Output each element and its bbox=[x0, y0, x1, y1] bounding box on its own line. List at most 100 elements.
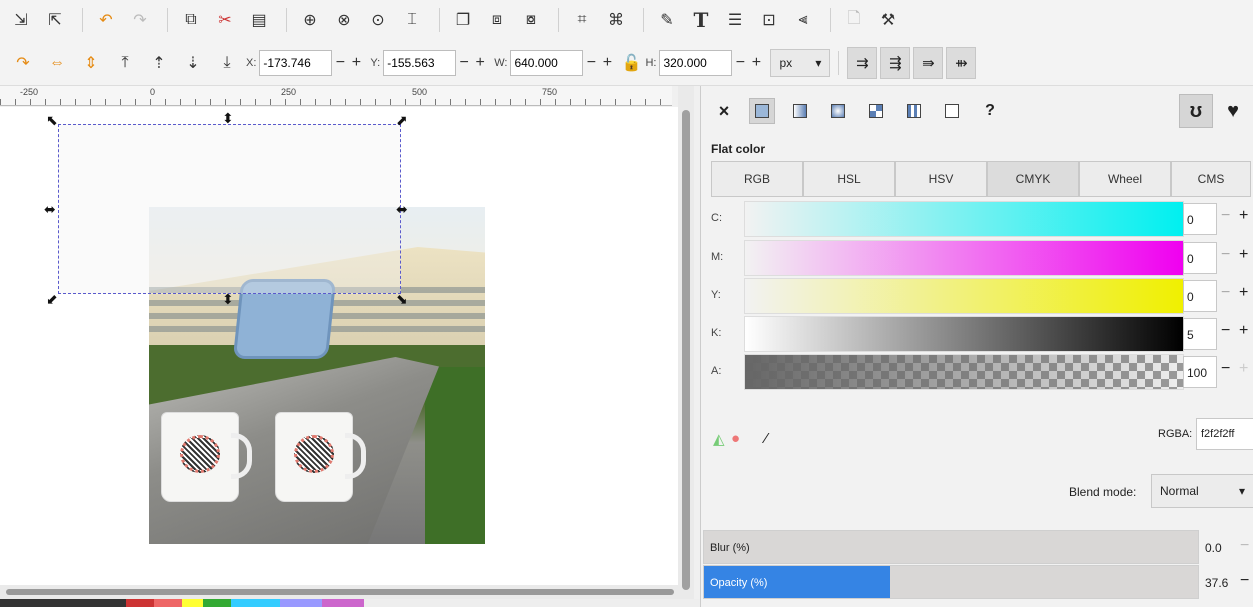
undo-icon[interactable]: ↶ bbox=[91, 6, 121, 34]
clone-icon[interactable]: ⧈ bbox=[482, 6, 512, 34]
y-increment[interactable]: + bbox=[472, 54, 488, 72]
yellow-increment[interactable]: + bbox=[1239, 284, 1248, 302]
x-input[interactable] bbox=[259, 49, 333, 76]
black-value[interactable]: 5 bbox=[1183, 318, 1217, 350]
yellow-value[interactable]: 0 bbox=[1183, 280, 1217, 312]
group-icon[interactable]: ⌗ bbox=[567, 6, 597, 34]
alpha-slider[interactable] bbox=[744, 354, 1184, 390]
magenta-decrement[interactable]: − bbox=[1221, 246, 1230, 264]
linear-gradient-icon[interactable] bbox=[787, 98, 813, 124]
black-decrement[interactable]: − bbox=[1221, 322, 1230, 340]
w-input[interactable] bbox=[510, 49, 584, 76]
x-increment[interactable]: + bbox=[348, 54, 364, 72]
unset-paint-icon[interactable]: ? bbox=[977, 98, 1003, 124]
vertical-scrollbar[interactable] bbox=[678, 86, 694, 607]
ungroup-icon[interactable]: ⌘ bbox=[601, 6, 631, 34]
cyan-decrement[interactable]: − bbox=[1221, 207, 1230, 225]
drawing-canvas[interactable]: ⬉ ⬍ ⬈ ⬌ ⬌ ⬋ ⬍ ⬊ bbox=[0, 107, 678, 585]
zoom-drawing-icon[interactable]: ⊗ bbox=[329, 6, 359, 34]
raise-icon[interactable]: ⇡ bbox=[144, 49, 174, 77]
h-increment[interactable]: + bbox=[748, 54, 764, 72]
zoom-page-icon[interactable]: ⊙ bbox=[363, 6, 393, 34]
yellow-decrement[interactable]: − bbox=[1221, 284, 1230, 302]
alpha-value[interactable]: 100 bbox=[1183, 356, 1217, 388]
fill-rule-evenodd-icon[interactable]: ʊ bbox=[1179, 94, 1213, 128]
h-input[interactable] bbox=[659, 49, 733, 76]
w-increment[interactable]: + bbox=[599, 54, 615, 72]
transform-gradients-icon[interactable]: ⇛ bbox=[913, 46, 944, 79]
scroll-thumb[interactable] bbox=[682, 110, 690, 590]
no-paint-icon[interactable]: × bbox=[711, 98, 737, 124]
lower-to-bottom-icon[interactable]: ⤓ bbox=[212, 49, 242, 77]
paste-icon[interactable]: ▤ bbox=[244, 6, 274, 34]
cyan-increment[interactable]: + bbox=[1239, 207, 1248, 225]
preferences-icon[interactable]: ⚒ bbox=[873, 6, 903, 34]
cyan-value[interactable]: 0 bbox=[1183, 203, 1217, 235]
swatch-icon[interactable] bbox=[939, 98, 965, 124]
blur-slider[interactable]: Blur (%) bbox=[703, 530, 1199, 564]
yellow-slider[interactable] bbox=[744, 278, 1184, 314]
lock-open-icon[interactable]: 🔓 bbox=[621, 49, 641, 77]
scale-handle-s-icon[interactable]: ⬍ bbox=[222, 292, 234, 306]
flip-vertical-icon[interactable]: ⇕ bbox=[76, 49, 106, 77]
alpha-increment[interactable]: + bbox=[1239, 360, 1248, 378]
blur-decrement[interactable]: − bbox=[1240, 537, 1249, 555]
black-increment[interactable]: + bbox=[1239, 322, 1248, 340]
scroll-thumb[interactable] bbox=[6, 589, 674, 595]
tab-wheel[interactable]: Wheel bbox=[1079, 161, 1171, 197]
scale-handle-w-icon[interactable]: ⬌ bbox=[44, 202, 56, 216]
horizontal-scrollbar[interactable] bbox=[0, 585, 678, 599]
black-slider[interactable] bbox=[744, 316, 1184, 352]
scale-stroke-icon[interactable]: ⇉ bbox=[847, 46, 878, 79]
magenta-increment[interactable]: + bbox=[1239, 246, 1248, 264]
tab-cms[interactable]: CMS bbox=[1171, 161, 1251, 197]
zoom-page-width-icon[interactable]: ⌶ bbox=[397, 6, 427, 34]
cut-icon[interactable]: ✂ bbox=[210, 6, 240, 34]
radial-gradient-icon[interactable] bbox=[825, 98, 851, 124]
y-decrement[interactable]: − bbox=[456, 54, 472, 72]
fill-rule-nonzero-icon[interactable]: ♥ bbox=[1216, 94, 1250, 128]
pattern-icon[interactable] bbox=[901, 98, 927, 124]
scale-handle-n-icon[interactable]: ⬍ bbox=[222, 111, 234, 125]
unit-select[interactable]: px ▾ bbox=[770, 48, 831, 77]
duplicate-object-icon[interactable]: ❐ bbox=[448, 6, 478, 34]
tab-hsv[interactable]: HSV bbox=[895, 161, 987, 197]
xml-editor-icon[interactable]: ⊡ bbox=[754, 6, 784, 34]
scale-handle-sw-icon[interactable]: ⬋ bbox=[46, 292, 58, 306]
rgba-input[interactable]: f2f2f2ff bbox=[1196, 418, 1253, 450]
fill-stroke-icon[interactable]: ✎ bbox=[652, 6, 682, 34]
opacity-slider[interactable]: Opacity (%) bbox=[703, 565, 1199, 599]
tab-cmyk[interactable]: CMYK bbox=[987, 161, 1079, 197]
flip-horizontal-icon[interactable]: ⇔ bbox=[42, 49, 72, 77]
unlink-clone-icon[interactable]: ⧇ bbox=[516, 6, 546, 34]
document-properties-icon[interactable]: 🗋 bbox=[839, 6, 869, 34]
y-input[interactable] bbox=[383, 49, 457, 76]
blur-value[interactable]: 0.0 bbox=[1205, 541, 1222, 555]
export-icon[interactable]: ⇱ bbox=[40, 6, 70, 34]
zoom-selection-icon[interactable]: ⊕ bbox=[295, 6, 325, 34]
color-picker-icon[interactable]: ⁄ bbox=[765, 430, 768, 447]
scale-handle-nw-icon[interactable]: ⬉ bbox=[46, 113, 58, 127]
h-decrement[interactable]: − bbox=[732, 54, 748, 72]
scale-corners-icon[interactable]: ⇶ bbox=[880, 46, 911, 79]
x-decrement[interactable]: − bbox=[332, 54, 348, 72]
opacity-decrement[interactable]: − bbox=[1240, 572, 1249, 590]
transform-patterns-icon[interactable]: ⇻ bbox=[946, 46, 977, 79]
raise-to-top-icon[interactable]: ⤒ bbox=[110, 49, 140, 77]
blend-mode-select[interactable]: Normal ▾ bbox=[1151, 474, 1253, 508]
magenta-value[interactable]: 0 bbox=[1183, 242, 1217, 274]
layers-icon[interactable]: ☰ bbox=[720, 6, 750, 34]
alpha-decrement[interactable]: − bbox=[1221, 360, 1230, 378]
selected-rectangle[interactable] bbox=[58, 124, 401, 294]
rotate-90-ccw-icon[interactable]: ↷ bbox=[8, 49, 38, 77]
scale-handle-e-icon[interactable]: ⬌ bbox=[396, 202, 408, 216]
align-icon[interactable]: ⫷ bbox=[788, 6, 818, 34]
tab-hsl[interactable]: HSL bbox=[803, 161, 895, 197]
scale-handle-se-icon[interactable]: ⬊ bbox=[396, 292, 408, 306]
redo-icon[interactable]: ↷ bbox=[125, 6, 155, 34]
mesh-gradient-icon[interactable] bbox=[863, 98, 889, 124]
import-icon[interactable]: ⇲ bbox=[6, 6, 36, 34]
scale-handle-ne-icon[interactable]: ⬈ bbox=[396, 113, 408, 127]
tab-rgb[interactable]: RGB bbox=[711, 161, 803, 197]
text-font-icon[interactable]: T bbox=[686, 6, 716, 34]
